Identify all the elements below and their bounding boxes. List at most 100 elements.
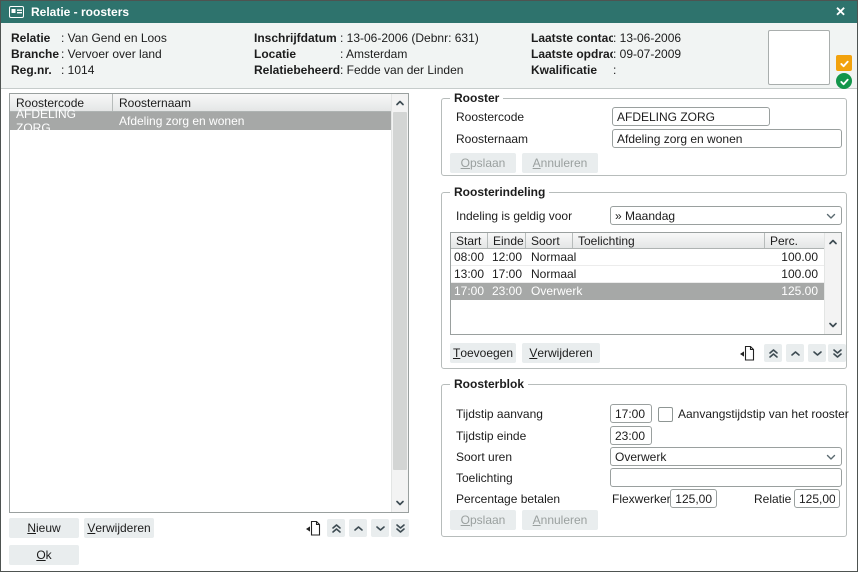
field-label: Reg.nr. <box>11 62 61 78</box>
percentage-betalen-label: Percentage betalen <box>456 492 560 506</box>
roosterblok-group: Roosterblok Tijdstip aanvang Aanvangstij… <box>441 384 847 537</box>
move-up-icon[interactable] <box>349 519 367 537</box>
soort-uren-value: Overwerk <box>615 450 825 464</box>
toevoegen-button[interactable]: Toevoegen <box>450 343 516 363</box>
field-value: : 09-07-2009 <box>613 47 681 61</box>
chevron-down-icon <box>825 451 837 463</box>
field-value: : 1014 <box>61 63 94 77</box>
tijdstip-einde-input[interactable] <box>610 426 652 445</box>
tijdstip-aanvang-input[interactable] <box>610 404 652 423</box>
field-value: : 13-06-2006 <box>613 31 681 45</box>
status-orange-check-icon[interactable] <box>836 55 852 71</box>
field-label: Laatste opdrach <box>531 46 613 62</box>
roosternaam-label: Roosternaam <box>456 132 528 146</box>
roster-list: Roostercode Roosternaam AFDELING ZORG Af… <box>9 93 409 513</box>
move-down-icon[interactable] <box>371 519 389 537</box>
relatie-label: Relatie <box>754 492 791 506</box>
relation-photo-placeholder <box>768 30 830 85</box>
field-value: : <box>613 63 616 77</box>
roosterblok-group-title: Roosterblok <box>450 377 528 391</box>
flexwerker-label: Flexwerker <box>612 492 671 506</box>
start-cell: 17:00 <box>451 284 488 298</box>
indeling-row[interactable]: 13:00 17:00 Normaal 100.00 <box>451 266 824 283</box>
aanvangstijdstip-checkbox-label: Aanvangstijdstip van het rooster <box>678 407 849 421</box>
einde-cell: 23:00 <box>488 284 526 298</box>
nieuw-button[interactable]: Nieuw <box>9 518 79 538</box>
roster-list-scrollbar[interactable] <box>391 94 408 512</box>
roster-name-cell: Afdeling zorg en wonen <box>113 114 391 128</box>
blok-annuleren-button: Annuleren <box>522 510 598 530</box>
field-label: Relatiebeheerde <box>254 62 340 78</box>
move-down-icon[interactable] <box>808 344 826 362</box>
geldig-voor-dropdown[interactable]: » Maandag <box>610 206 842 225</box>
relatie-percentage-input[interactable] <box>794 489 840 508</box>
rooster-annuleren-button: Annuleren <box>522 153 598 173</box>
rooster-group-title: Rooster <box>450 91 503 105</box>
relation-header: Relatie: Van Gend en Loos Branche: Vervo… <box>1 23 857 89</box>
field-label: Branche <box>11 46 61 62</box>
roostercode-input[interactable] <box>612 107 770 126</box>
ok-button[interactable]: Ok <box>9 545 79 565</box>
roostercode-label: Roostercode <box>456 110 524 124</box>
title-bar: Relatie - roosters ✕ <box>1 1 857 23</box>
indeling-table-header: Start Einde Soort Toelichting Perc. <box>451 233 824 249</box>
chevron-down-icon <box>825 210 837 222</box>
new-record-icon[interactable] <box>738 344 755 362</box>
new-record-icon[interactable] <box>304 519 321 537</box>
indeling-verwijderen-button[interactable]: Verwijderen <box>522 343 600 363</box>
scrollbar-thumb[interactable] <box>393 112 407 470</box>
column-header-soort[interactable]: Soort <box>526 233 573 248</box>
roosternaam-input[interactable] <box>612 129 842 148</box>
einde-cell: 17:00 <box>488 267 526 281</box>
soort-cell: Normaal <box>526 250 573 264</box>
indeling-row[interactable]: 08:00 12:00 Normaal 100.00 <box>451 249 824 266</box>
field-value: : Fedde van der Linden <box>340 63 463 77</box>
column-header-perc[interactable]: Perc. <box>765 233 822 248</box>
header-col-2: Inschrijfdatum: 13-06-2006 (Debnr: 631) … <box>254 30 479 78</box>
perc-cell: 100.00 <box>765 267 822 281</box>
field-label: Laatste contact <box>531 30 613 46</box>
close-icon[interactable]: ✕ <box>832 4 849 20</box>
flexwerker-percentage-input[interactable] <box>670 489 717 508</box>
roster-list-row[interactable]: AFDELING ZORG Afdeling zorg en wonen <box>10 112 391 130</box>
tijdstip-aanvang-label: Tijdstip aanvang <box>456 407 543 421</box>
window-card-icon <box>9 6 24 18</box>
aanvangstijdstip-checkbox[interactable] <box>658 407 673 422</box>
soort-cell: Overwerk <box>526 284 573 298</box>
soort-cell: Normaal <box>526 267 573 281</box>
scroll-down-icon[interactable] <box>825 317 841 333</box>
indeling-table-scrollbar[interactable] <box>824 233 841 334</box>
column-header-roosternaam[interactable]: Roosternaam <box>113 94 391 111</box>
start-cell: 08:00 <box>451 250 488 264</box>
geldig-voor-value: » Maandag <box>615 209 825 223</box>
roosterindeling-group-title: Roosterindeling <box>450 185 549 199</box>
move-first-icon[interactable] <box>764 344 782 362</box>
tijdstip-einde-label: Tijdstip einde <box>456 429 526 443</box>
move-up-icon[interactable] <box>786 344 804 362</box>
column-header-start[interactable]: Start <box>451 233 488 248</box>
indeling-row-selected[interactable]: 17:00 23:00 Overwerk 125.00 <box>451 283 824 300</box>
window-title: Relatie - roosters <box>31 5 832 19</box>
column-header-einde[interactable]: Einde <box>488 233 526 248</box>
status-green-check-icon[interactable] <box>836 73 852 89</box>
field-label: Locatie <box>254 46 340 62</box>
toelichting-input[interactable] <box>610 468 842 487</box>
toelichting-label: Toelichting <box>456 471 513 485</box>
soort-uren-dropdown[interactable]: Overwerk <box>610 447 842 466</box>
rooster-opslaan-button: Opslaan <box>450 153 516 173</box>
scroll-down-icon[interactable] <box>392 495 408 511</box>
einde-cell: 12:00 <box>488 250 526 264</box>
move-last-icon[interactable] <box>828 344 846 362</box>
perc-cell: 100.00 <box>765 250 822 264</box>
field-value: : Vervoer over land <box>61 47 162 61</box>
verwijderen-button[interactable]: Verwijderen <box>84 518 154 538</box>
move-last-icon[interactable] <box>391 519 409 537</box>
blok-opslaan-button: Opslaan <box>450 510 516 530</box>
soort-uren-label: Soort uren <box>456 450 512 464</box>
scroll-up-icon[interactable] <box>392 95 408 111</box>
move-first-icon[interactable] <box>327 519 345 537</box>
scroll-up-icon[interactable] <box>825 234 841 250</box>
field-value: : 13-06-2006 (Debnr: 631) <box>340 31 479 45</box>
column-header-toelichting[interactable]: Toelichting <box>573 233 765 248</box>
roosterindeling-group: Roosterindeling Indeling is geldig voor … <box>441 192 847 369</box>
